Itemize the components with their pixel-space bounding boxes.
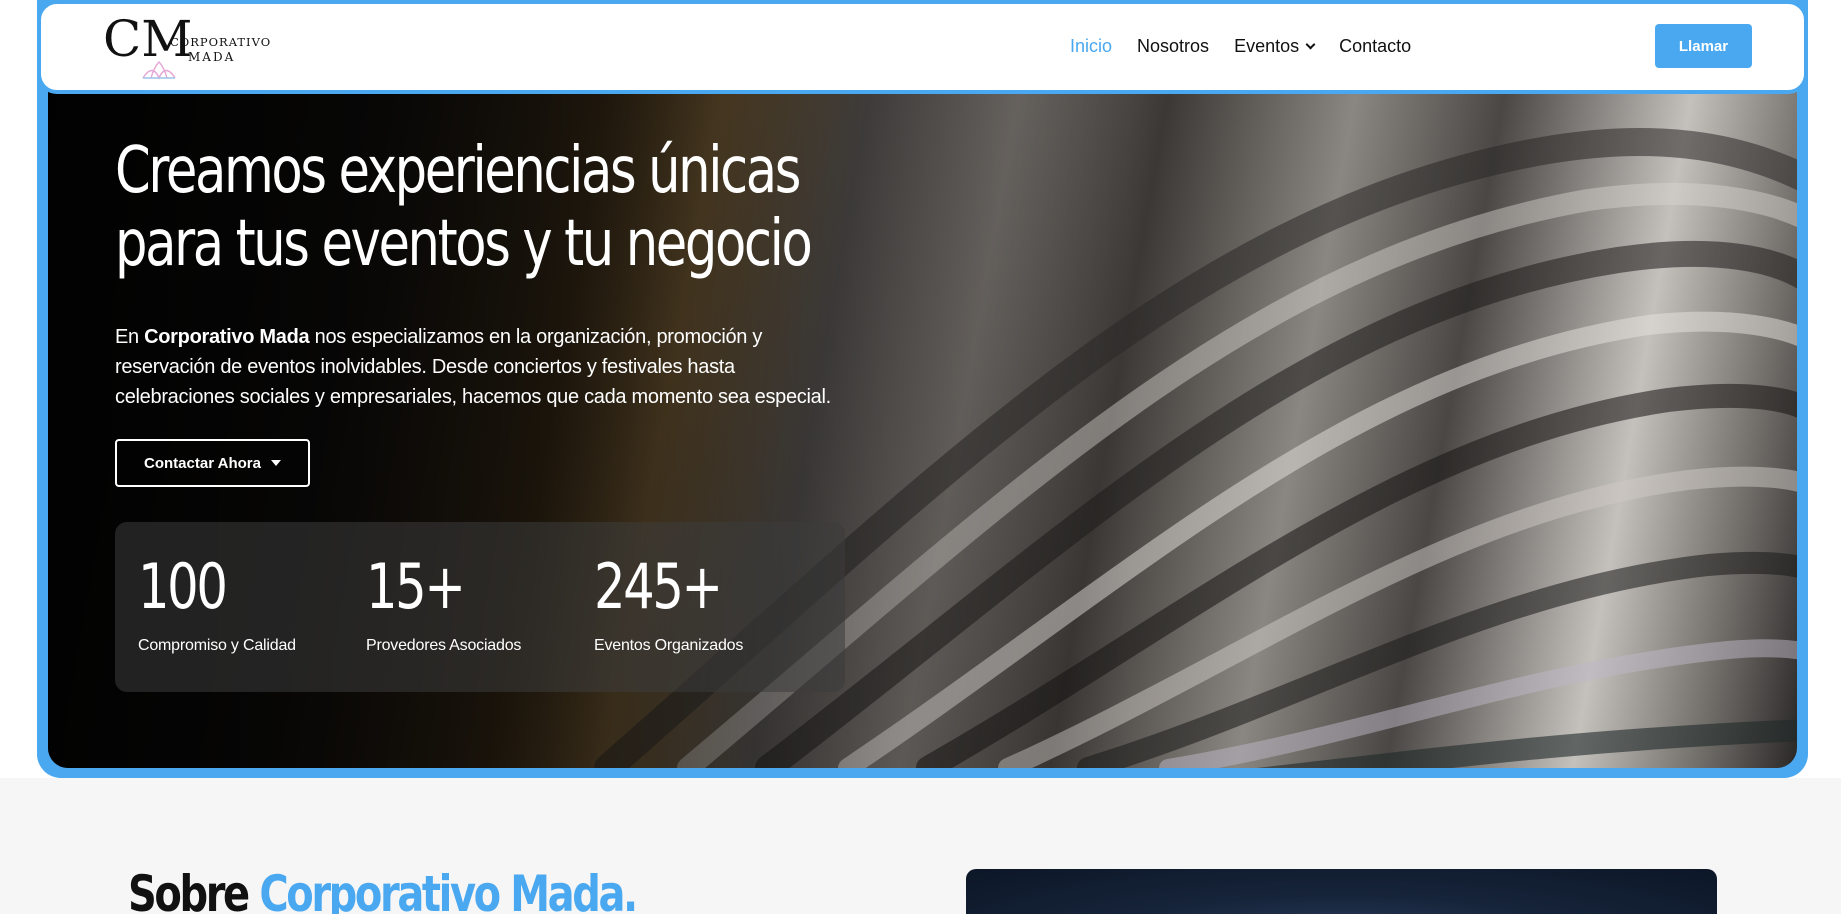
logo-monogram: CM CORPORATIVO MADA (103, 10, 271, 80)
about-image (966, 869, 1717, 914)
hero-title: Creamos experiencias únicas para tus eve… (115, 135, 813, 281)
nav-label: Contacto (1339, 36, 1412, 56)
hero-section: Creamos experiencias únicas para tus eve… (48, 90, 1797, 768)
stat-label: Provedores Asociados (366, 637, 522, 654)
stat-value: 15+ (366, 550, 466, 623)
contact-now-label: Contactar Ahora (144, 454, 261, 472)
stat-label: Eventos Organizados (594, 637, 744, 654)
stat-value: 100 (138, 550, 228, 623)
about-title: Sobre Corporativo Mada. (128, 864, 638, 914)
call-button[interactable]: Llamar (1655, 24, 1752, 68)
site-header: CM CORPORATIVO MADA Inicio Nosotros Even… (37, 0, 1808, 94)
stat-item: 100 Compromiso y Calidad (138, 547, 296, 655)
main-nav: Inicio Nosotros Eventos Contacto (1070, 36, 1411, 57)
brand-logo[interactable]: CM CORPORATIVO MADA (103, 10, 273, 88)
stats-panel: 100 Compromiso y Calidad 15+ Provedores … (115, 522, 845, 692)
stat-item: 15+ Provedores Asociados (366, 547, 521, 655)
stat-item: 245+ Eventos Organizados (594, 547, 752, 655)
hero-desc-brand: Corporativo Mada (144, 326, 310, 348)
stat-value: 245+ (594, 550, 723, 623)
stat-label: Compromiso y Calidad (138, 637, 296, 654)
hero-desc-prefix: En (115, 326, 145, 348)
nav-item-nosotros[interactable]: Nosotros (1137, 36, 1209, 57)
about-title-prefix: Sobre (128, 865, 260, 914)
nav-item-eventos[interactable]: Eventos (1234, 36, 1316, 57)
logo-line1: CORPORATIVO (170, 35, 271, 49)
about-title-highlight: Corporativo Mada. (259, 865, 638, 914)
nav-item-inicio[interactable]: Inicio (1070, 36, 1112, 57)
logo-line2: MADA (188, 50, 235, 64)
caret-down-icon (270, 460, 281, 466)
nav-item-contacto[interactable]: Contacto (1339, 36, 1411, 57)
nav-label: Nosotros (1137, 36, 1210, 56)
contact-now-button[interactable]: Contactar Ahora (115, 439, 310, 487)
chevron-down-icon (1305, 39, 1316, 50)
nav-label: Inicio (1070, 36, 1113, 56)
hero-title-line2: para tus eventos y tu negocio (115, 207, 813, 281)
hero-title-line1: Creamos experiencias únicas (115, 134, 801, 208)
hero-description: En Corporativo Mada nos especializamos e… (115, 322, 855, 412)
nav-label: Eventos (1234, 36, 1300, 56)
